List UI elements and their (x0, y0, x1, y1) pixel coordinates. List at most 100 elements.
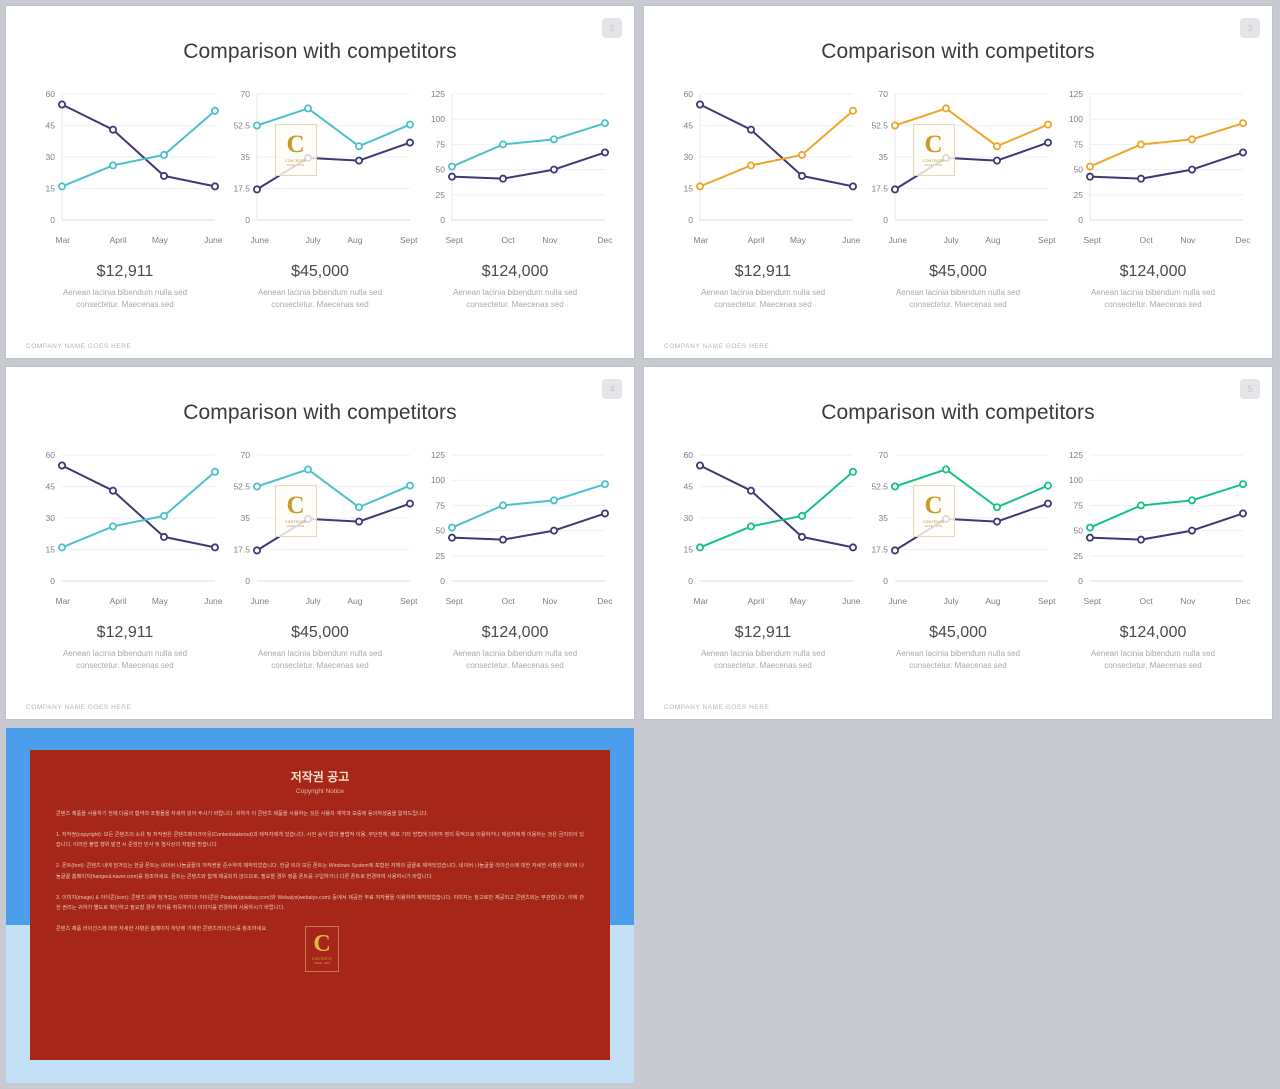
chart-plot[interactable]: 0 17.5 35 52.5 70 C CONTENTS MADE . COM (861, 84, 1056, 234)
chart-plot[interactable]: 0 25 50 75 100 125 (418, 445, 613, 595)
chart-column: 0 25 50 75 100 125 Sept Oct Nov Dec $124,000 Aenean… (418, 84, 613, 312)
svg-text:30: 30 (683, 513, 693, 523)
svg-text:75: 75 (1073, 139, 1083, 149)
svg-text:52.5: 52.5 (233, 121, 250, 131)
slide-number-badge: 3 (1240, 18, 1260, 38)
x-tick-label: April (747, 235, 765, 245)
svg-text:52.5: 52.5 (871, 482, 888, 492)
x-tick-label: Mar (55, 596, 71, 606)
svg-text:125: 125 (1068, 450, 1082, 460)
svg-text:35: 35 (240, 513, 250, 523)
copyright-paragraph: 콘텐츠 제품 라이선스에 대한 자세한 사항은 홈페이지 하단에 기재한 콘텐츠… (56, 925, 268, 932)
chart-row: 0 15 30 45 60 Mar April May June $12,911 Aenean la… (644, 445, 1272, 673)
svg-text:0: 0 (245, 215, 250, 225)
svg-text:0: 0 (50, 576, 55, 586)
slide-card[interactable]: 3 Comparison with competitors 0 15 30 45 60 Mar… (644, 6, 1272, 358)
x-axis-labels: Sept Oct Nov Dec (1084, 235, 1251, 245)
copyright-panel: 저작권 공고 Copyright Notice 콘텐츠 제품을 사용하기 전에 … (30, 750, 610, 1060)
chart-column: 0 15 30 45 60 Mar April May June $12,911 Aenean la… (28, 445, 223, 673)
svg-text:0: 0 (1078, 215, 1083, 225)
svg-text:17.5: 17.5 (233, 184, 250, 194)
x-tick-label: April (109, 596, 127, 606)
x-axis-labels: June July Aug Sept (889, 235, 1056, 245)
svg-text:30: 30 (45, 152, 55, 162)
x-tick-label: Oct (1139, 596, 1153, 606)
chart-plot[interactable]: 0 25 50 75 100 125 (418, 84, 613, 234)
x-tick-label: Sept (1083, 596, 1102, 606)
x-tick-label: April (747, 596, 765, 606)
x-tick-label: Sept (445, 235, 464, 245)
chart-column: 0 17.5 35 52.5 70 C CONTENTS MADE . COM June July… (861, 445, 1056, 673)
svg-text:50: 50 (1073, 526, 1083, 536)
svg-text:45: 45 (683, 121, 693, 131)
metric-caption: Aenean lacinia bibendum nulla sed consec… (1090, 288, 1216, 310)
metric-caption: Aenean lacinia bibendum nulla sed consec… (700, 649, 826, 671)
svg-text:25: 25 (1073, 190, 1083, 200)
svg-text:15: 15 (45, 545, 55, 555)
chart-plot[interactable]: 0 15 30 45 60 (28, 445, 223, 595)
x-tick-label: June (250, 235, 269, 245)
chart-plot[interactable]: 0 25 50 75 100 125 (1056, 445, 1251, 595)
x-tick-label: July (305, 235, 321, 245)
x-tick-label: June (888, 596, 907, 606)
watermark-line2: MADE . COM (314, 962, 330, 965)
x-tick-label: Sept (400, 596, 418, 606)
svg-text:70: 70 (878, 89, 888, 99)
metric-caption: Aenean lacinia bibendum nulla sed consec… (452, 649, 578, 671)
chart-3: 0 25 50 75 100 125 (1068, 89, 1247, 225)
chart-column: 0 15 30 45 60 Mar April May June $12,911 Aenean la… (666, 84, 861, 312)
chart-plot[interactable]: 0 17.5 35 52.5 70 C CONTENTS MADE . COM (223, 445, 418, 595)
svg-text:70: 70 (240, 450, 250, 460)
x-tick-label: Nov (1180, 235, 1196, 245)
metric-caption: Aenean lacinia bibendum nulla sed consec… (895, 649, 1021, 671)
svg-text:0: 0 (440, 576, 445, 586)
slide-card[interactable]: 4 Comparison with competitors 0 15 30 45 60 Mar… (6, 367, 634, 719)
chart-column: 0 25 50 75 100 125 Sept Oct Nov Dec $124,000 Aenean… (418, 445, 613, 673)
svg-text:30: 30 (45, 513, 55, 523)
svg-text:60: 60 (683, 450, 693, 460)
slide-card[interactable]: 2 Comparison with competitors 0 15 30 45 60 Mar… (6, 6, 634, 358)
metric-caption: Aenean lacinia bibendum nulla sed consec… (452, 288, 578, 310)
chart-plot[interactable]: 0 15 30 45 60 (666, 84, 861, 234)
page-title: Comparison with competitors (821, 40, 1095, 63)
chart-plot[interactable]: 0 17.5 35 52.5 70 C CONTENTS MADE . COM (223, 84, 418, 234)
chart-1: 0 15 30 45 60 (45, 450, 219, 586)
chart-plot[interactable]: 0 15 30 45 60 (28, 84, 223, 234)
svg-text:75: 75 (435, 139, 445, 149)
metric-amount: $45,000 (291, 624, 349, 641)
x-tick-label: Nov (542, 596, 558, 606)
x-tick-label: Dec (597, 596, 613, 606)
metric-amount: $124,000 (481, 263, 549, 280)
chart-plot[interactable]: 0 25 50 75 100 125 (1056, 84, 1251, 234)
x-tick-label: Oct (501, 596, 515, 606)
copyright-paragraph: 콘텐츠 제품을 사용하기 전에 다음의 협약과 조항들을 자세히 읽어 주시기 … (56, 811, 428, 817)
svg-text:45: 45 (45, 121, 55, 131)
chart-plot[interactable]: 0 15 30 45 60 (666, 445, 861, 595)
metric-amount: $45,000 (929, 624, 987, 641)
x-tick-label: Aug (985, 235, 1001, 245)
slide-card[interactable]: 5 Comparison with competitors 0 15 30 45 60 Mar… (644, 367, 1272, 719)
x-tick-label: Mar (693, 596, 709, 606)
slide-number-badge: 2 (602, 18, 622, 38)
svg-text:15: 15 (45, 184, 55, 194)
x-tick-label: Mar (693, 235, 709, 245)
svg-text:45: 45 (683, 482, 693, 492)
x-tick-label: Mar (55, 235, 71, 245)
svg-text:45: 45 (45, 482, 55, 492)
company-footer: COMPANY NAME GOES HERE (664, 343, 770, 350)
chart-plot[interactable]: 0 17.5 35 52.5 70 C CONTENTS MADE . COM (861, 445, 1056, 595)
x-tick-label: Sept (1083, 235, 1102, 245)
svg-text:15: 15 (683, 545, 693, 555)
x-axis-labels: Mar April May June (56, 596, 223, 606)
metric-caption: Aenean lacinia bibendum nulla sed consec… (700, 288, 826, 310)
svg-text:17.5: 17.5 (233, 545, 250, 555)
svg-text:60: 60 (683, 89, 693, 99)
copyright-slide[interactable]: 저작권 공고 Copyright Notice 콘텐츠 제품을 사용하기 전에 … (6, 728, 634, 1083)
watermark-letter: C (313, 931, 331, 957)
x-tick-label: Dec (1235, 596, 1251, 606)
svg-text:50: 50 (435, 165, 445, 175)
svg-text:125: 125 (430, 450, 444, 460)
x-tick-label: Aug (347, 235, 363, 245)
x-axis-labels: Sept Oct Nov Dec (1084, 596, 1251, 606)
x-tick-label: Nov (542, 235, 558, 245)
